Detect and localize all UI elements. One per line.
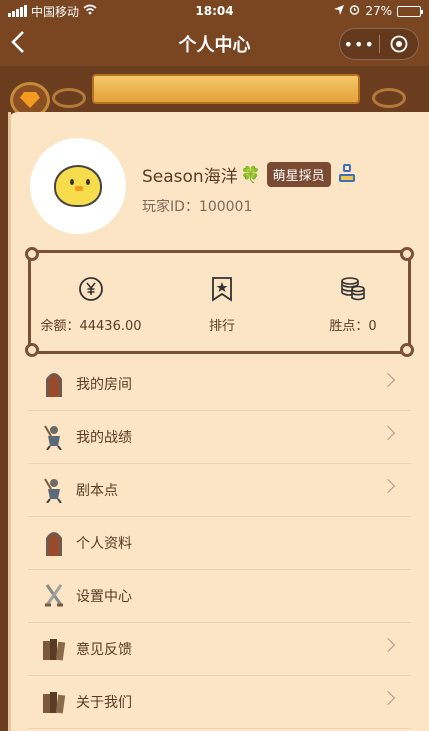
menu-label: 我的战绩 xyxy=(76,430,132,446)
knight-icon xyxy=(42,477,66,503)
player-id: 玩家ID：100001 xyxy=(142,196,252,216)
sword-icon xyxy=(42,583,66,609)
status-bar: 中国移动 18:04 27% xyxy=(0,0,429,22)
coin-stack-icon xyxy=(293,275,413,303)
balance-label: 余额：44436.00 xyxy=(40,319,142,334)
scroll-ornament-right xyxy=(372,88,406,108)
menu-label: 个人资料 xyxy=(76,536,132,552)
menu-list: 我的房间 我的战绩 剧本点 个人资料 设置中心 意见反馈 关于我们 xyxy=(28,358,411,729)
menu-item-my-room[interactable]: 我的房间 xyxy=(28,358,411,411)
avatar[interactable] xyxy=(30,138,126,234)
mini-program-capsule: ••• xyxy=(339,28,419,60)
menu-label: 意见反馈 xyxy=(76,642,132,658)
chevron-right-icon xyxy=(380,478,396,494)
chevron-right-icon xyxy=(380,372,396,388)
balance-stat[interactable]: 余额：44436.00 xyxy=(31,275,151,334)
menu-label: 我的房间 xyxy=(76,377,132,393)
clover-badge-icon: 🍀 xyxy=(240,164,261,184)
chevron-right-icon xyxy=(380,637,396,653)
menu-label: 剧本点 xyxy=(76,483,118,499)
menu-label: 关于我们 xyxy=(76,695,132,711)
username: Season海洋 xyxy=(142,166,238,187)
frame-corner-ornament xyxy=(25,247,39,261)
wooden-signboard xyxy=(92,74,360,104)
menu-item-profile[interactable]: 个人资料 xyxy=(28,517,411,570)
chevron-right-icon xyxy=(380,425,396,441)
scroll-ornament-left xyxy=(52,88,86,108)
back-arrow-icon[interactable] xyxy=(10,30,26,59)
location-icon xyxy=(334,4,345,18)
more-menu-button[interactable]: ••• xyxy=(340,35,379,54)
bookmark-star-icon xyxy=(162,275,282,303)
close-mini-program-button[interactable] xyxy=(380,35,419,53)
frame-corner-ornament xyxy=(400,247,414,261)
target-close-icon xyxy=(390,35,408,53)
battery-percent: 27% xyxy=(365,4,392,18)
menu-item-feedback[interactable]: 意见反馈 xyxy=(28,623,411,676)
alarm-icon xyxy=(349,4,360,18)
explorer-rank-icon xyxy=(338,164,355,184)
profile-card: Season海洋 🍀 萌星採员 玩家ID：100001 余额：44436.00 … xyxy=(8,112,429,731)
menu-item-script-points[interactable]: 剧本点 xyxy=(28,464,411,517)
ranking-label: 排行 xyxy=(208,319,235,334)
battery-icon xyxy=(397,5,423,17)
victory-points-stat[interactable]: 胜点：0 xyxy=(293,275,413,334)
navigation-bar: 个人中心 ••• xyxy=(0,22,429,66)
door-icon xyxy=(42,371,66,397)
victory-points-label: 胜点：0 xyxy=(329,319,377,334)
books-icon xyxy=(42,636,66,662)
menu-label: 设置中心 xyxy=(76,589,132,605)
frame-corner-ornament xyxy=(25,343,39,357)
yen-coin-icon xyxy=(31,275,151,303)
player-id-value: 100001 xyxy=(198,199,253,215)
ranking-stat[interactable]: 排行 xyxy=(162,275,282,334)
stats-panel: 余额：44436.00 排行 胜点：0 xyxy=(25,247,414,357)
menu-item-my-record[interactable]: 我的战绩 xyxy=(28,411,411,464)
door-icon xyxy=(42,530,66,556)
books-icon xyxy=(42,689,66,715)
chevron-right-icon xyxy=(380,690,396,706)
page-title: 个人中心 xyxy=(178,35,251,56)
rank-badge: 萌星採员 xyxy=(266,161,331,187)
chick-avatar-icon xyxy=(50,159,106,213)
frame-corner-ornament xyxy=(400,343,414,357)
menu-item-about[interactable]: 关于我们 xyxy=(28,676,411,729)
player-id-label: 玩家ID： xyxy=(142,199,199,215)
knight-icon xyxy=(42,424,66,450)
profile-name-row: Season海洋 🍀 萌星採员 xyxy=(142,161,355,187)
menu-item-settings[interactable]: 设置中心 xyxy=(28,570,411,623)
